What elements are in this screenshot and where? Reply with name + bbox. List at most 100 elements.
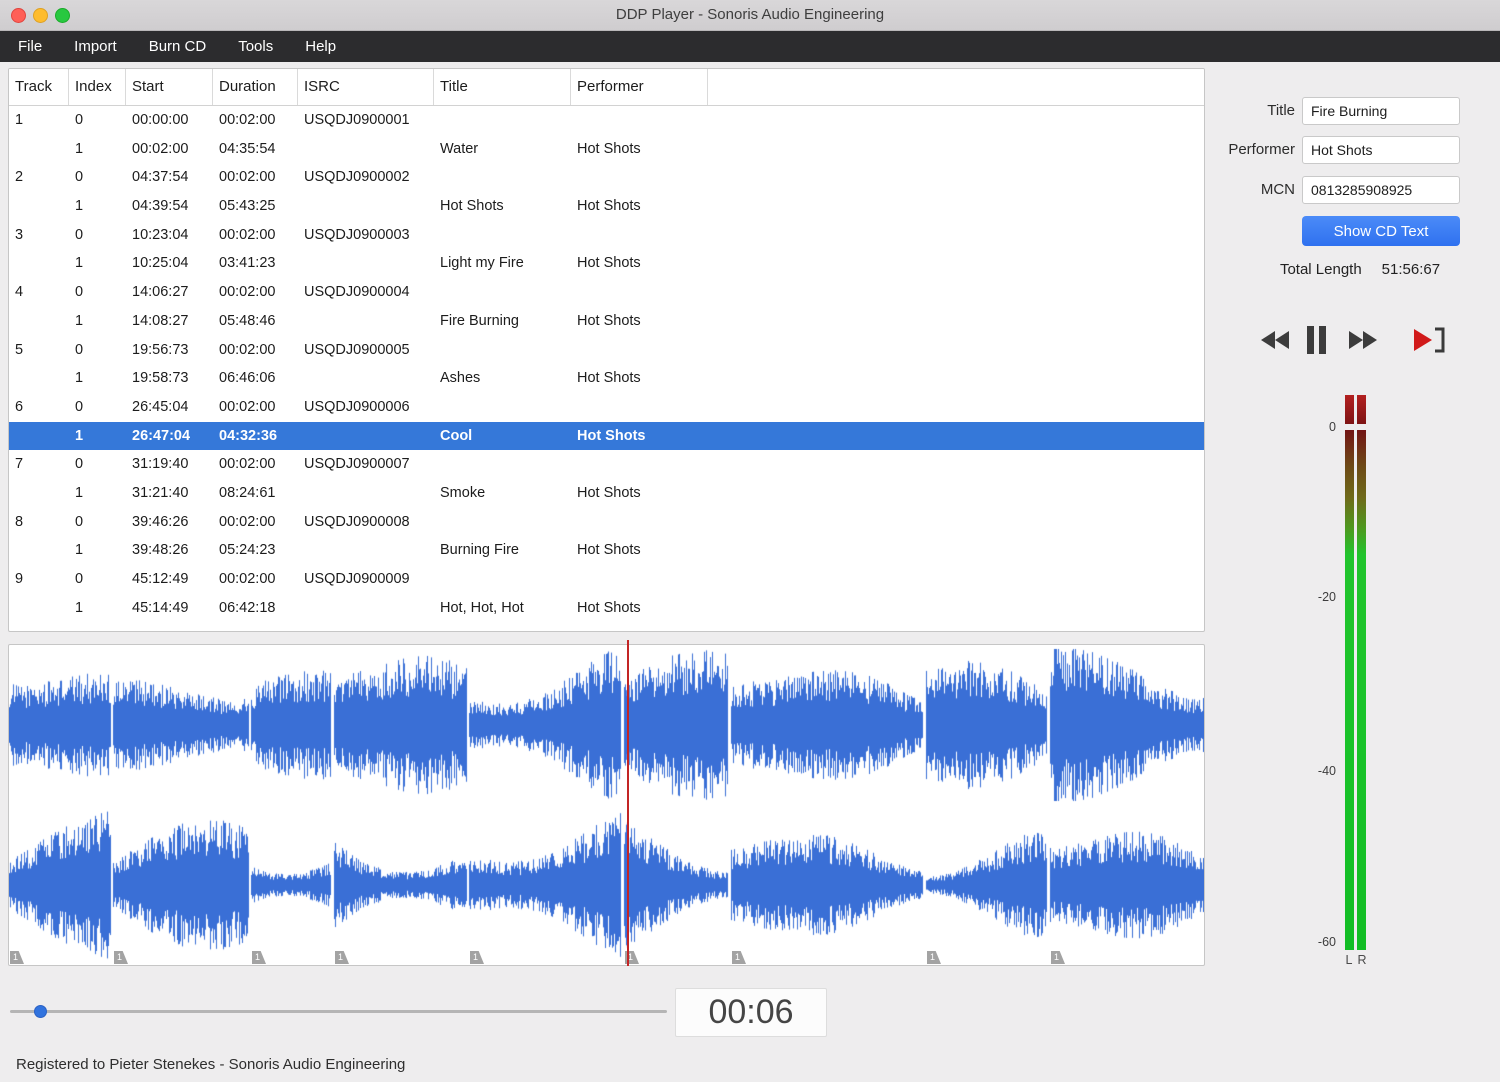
cell-start: 10:25:04 <box>132 255 189 272</box>
cell-performer: Hot Shots <box>577 484 641 501</box>
menu-item-tools[interactable]: Tools <box>222 31 289 62</box>
play-to-marker-icon <box>1414 327 1445 353</box>
header-cell-duration[interactable]: Duration <box>213 69 298 105</box>
cell-performer: Hot Shots <box>577 542 641 559</box>
cell-title <box>434 565 571 594</box>
cell-duration: 04:35:54 <box>219 140 276 157</box>
table-row[interactable]: 1 00:02:00 04:35:54 Water Hot Shots <box>9 135 1204 164</box>
cell-track: 5 <box>15 341 24 358</box>
rewind-button[interactable] <box>1261 320 1289 360</box>
cell-index: 0 <box>75 284 84 301</box>
cell-title <box>434 508 571 537</box>
waveform-panel[interactable]: 111111111 <box>8 640 1205 966</box>
play-to-marker-button[interactable] <box>1414 320 1446 360</box>
cell-isrc: USQDJ0900001 <box>304 112 410 128</box>
cell-duration: 05:48:46 <box>219 312 276 329</box>
header-cell-index[interactable]: Index <box>69 69 126 105</box>
table-row[interactable]: 1 19:58:73 06:46:06 Ashes Hot Shots <box>9 364 1204 393</box>
seek-slider[interactable] <box>10 1004 667 1020</box>
performer-input[interactable] <box>1302 136 1460 164</box>
table-row[interactable]: 8 0 39:46:26 00:02:00 USQDJ0900008 <box>9 508 1204 537</box>
table-row[interactable]: 1 14:08:27 05:48:46 Fire Burning Hot Shots <box>9 307 1204 336</box>
cell-start: 39:48:26 <box>132 542 189 559</box>
table-row[interactable]: 5 0 19:56:73 00:02:00 USQDJ0900005 <box>9 336 1204 365</box>
table-row[interactable]: 1 04:39:54 05:43:25 Hot Shots Hot Shots <box>9 192 1204 221</box>
cell-performer: Hot Shots <box>577 255 641 272</box>
table-row[interactable]: 1 0 00:00:00 00:02:00 USQDJ0900001 <box>9 106 1204 135</box>
cell-start: 26:45:04 <box>132 398 189 415</box>
total-length: Total Length 51:56:67 <box>1252 261 1468 278</box>
table-row[interactable]: 9 0 45:12:49 00:02:00 USQDJ0900009 <box>9 565 1204 594</box>
header-cell-performer[interactable]: Performer <box>571 69 708 105</box>
rewind-icon <box>1261 331 1289 349</box>
cell-start: 31:19:40 <box>132 456 189 473</box>
cell-track: 8 <box>15 513 24 530</box>
cell-performer: Hot Shots <box>577 427 646 444</box>
cell-performer <box>571 450 708 479</box>
fast-forward-button[interactable] <box>1349 320 1377 360</box>
table-row[interactable]: 4 0 14:06:27 00:02:00 USQDJ0900004 <box>9 278 1204 307</box>
cell-index: 0 <box>75 456 84 473</box>
cell-duration: 06:42:18 <box>219 599 276 616</box>
cell-performer: Hot Shots <box>577 140 641 157</box>
cell-start: 14:08:27 <box>132 312 189 329</box>
cell-index: 1 <box>75 427 84 444</box>
cell-isrc: USQDJ0900003 <box>304 226 410 243</box>
show-cd-text-button[interactable]: Show CD Text <box>1302 216 1460 246</box>
header-cell-title[interactable]: Title <box>434 69 571 105</box>
cell-title: Light my Fire <box>440 255 524 272</box>
header-cell-start[interactable]: Start <box>126 69 213 105</box>
cell-isrc: USQDJ0900002 <box>304 169 410 186</box>
cell-track: 6 <box>15 398 24 415</box>
pause-button[interactable] <box>1307 320 1326 360</box>
cell-title: Cool <box>440 427 473 444</box>
cell-index: 0 <box>75 226 84 243</box>
table-row[interactable]: 6 0 26:45:04 00:02:00 USQDJ0900006 <box>9 393 1204 422</box>
title-input[interactable] <box>1302 97 1460 125</box>
cell-isrc <box>298 192 434 221</box>
table-row[interactable]: 1 45:14:49 06:42:18 Hot, Hot, Hot Hot Shots <box>9 594 1204 623</box>
cell-index: 1 <box>75 599 84 616</box>
cell-duration: 08:24:61 <box>219 484 276 501</box>
table-row[interactable]: 1 31:21:40 08:24:61 Smoke Hot Shots <box>9 479 1204 508</box>
registration-text: Registered to Pieter Stenekes - Sonoris … <box>16 1056 406 1073</box>
mcn-input[interactable] <box>1302 176 1460 204</box>
menu-item-import[interactable]: Import <box>58 31 133 62</box>
cell-duration: 00:02:00 <box>219 571 276 587</box>
table-row[interactable]: 3 0 10:23:04 00:02:00 USQDJ0900003 <box>9 221 1204 250</box>
cell-index: 0 <box>75 112 84 128</box>
cell-duration: 06:46:06 <box>219 370 276 387</box>
seek-slider-track[interactable] <box>10 1010 667 1013</box>
cell-title: Burning Fire <box>440 542 519 559</box>
menu-item-burn-cd[interactable]: Burn CD <box>133 31 223 62</box>
cell-track <box>9 364 69 393</box>
meter-tick-label: -60 <box>1317 935 1336 949</box>
seek-slider-thumb[interactable] <box>34 1005 47 1018</box>
cell-duration: 00:02:00 <box>219 169 276 186</box>
table-row[interactable]: 1 10:25:04 03:41:23 Light my Fire Hot Shots <box>9 249 1204 278</box>
cell-track <box>9 135 69 164</box>
meter-bar-right <box>1357 430 1366 950</box>
cell-duration: 03:41:23 <box>219 255 276 272</box>
cell-duration: 00:02:00 <box>219 398 276 415</box>
cell-start: 39:46:26 <box>132 513 189 530</box>
cell-index: 0 <box>75 341 84 358</box>
waveform-canvas[interactable] <box>9 645 1204 965</box>
cell-start: 04:39:54 <box>132 198 189 215</box>
cell-performer <box>571 508 708 537</box>
table-row[interactable]: 1 26:47:04 04:32:36 Cool Hot Shots <box>9 421 1204 451</box>
menu-item-file[interactable]: File <box>2 31 58 62</box>
cell-index: 1 <box>75 140 84 157</box>
cell-index: 1 <box>75 370 84 387</box>
table-row[interactable]: 2 0 04:37:54 00:02:00 USQDJ0900002 <box>9 163 1204 192</box>
table-row[interactable]: 7 0 31:19:40 00:02:00 USQDJ0900007 <box>9 450 1204 479</box>
cell-track <box>9 479 69 508</box>
header-cell-track[interactable]: Track <box>9 69 69 105</box>
mcn-label: MCN <box>1260 181 1295 198</box>
menu-item-help[interactable]: Help <box>289 31 352 62</box>
table-row[interactable]: 1 39:48:26 05:24:23 Burning Fire Hot Shots <box>9 536 1204 565</box>
cell-title: Hot, Hot, Hot <box>440 599 524 616</box>
cell-performer: Hot Shots <box>577 198 641 215</box>
header-cell-isrc[interactable]: ISRC <box>298 69 434 105</box>
meter-bar-left <box>1345 430 1354 950</box>
